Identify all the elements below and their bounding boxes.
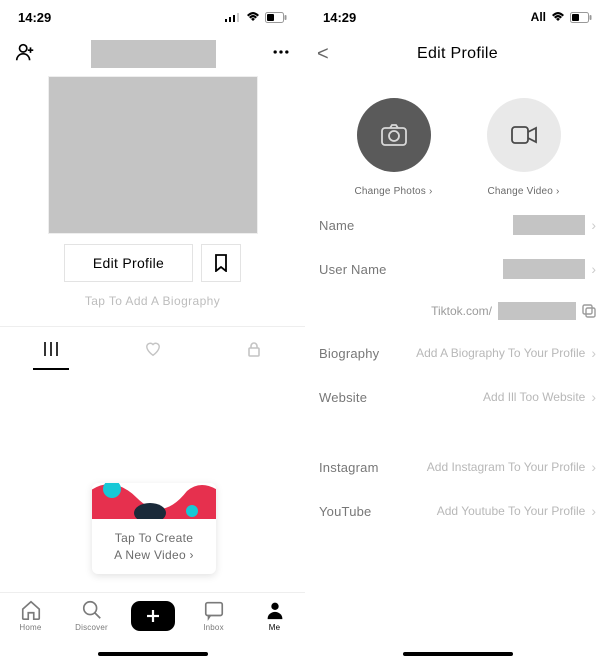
chevron-right-icon: › xyxy=(591,459,596,475)
bio-placeholder-text[interactable]: Tap To Add A Biography xyxy=(0,294,305,308)
home-icon xyxy=(20,599,42,621)
popup-art-icon xyxy=(92,483,216,519)
website-label: Website xyxy=(319,390,367,405)
profile-screen: 14:29 Edit Profile Tap To Add A Biograph… xyxy=(0,0,305,660)
change-video-item[interactable]: Change Video › xyxy=(487,98,561,197)
nav-discover[interactable]: Discover xyxy=(65,599,119,632)
popup-text: Tap To Create A New Video › xyxy=(92,524,216,574)
nav-me[interactable]: Me xyxy=(248,599,302,632)
tiktok-url-placeholder xyxy=(498,302,576,320)
bio-label: Biography xyxy=(319,346,379,361)
nav-discover-label: Discover xyxy=(75,623,108,632)
field-username[interactable]: User Name › xyxy=(319,247,596,291)
nav-inbox-label: Inbox xyxy=(203,623,224,632)
person-icon xyxy=(264,599,286,621)
nav-inbox[interactable]: Inbox xyxy=(187,599,241,632)
popup-line2: A New Video › xyxy=(102,547,206,564)
profile-tabs xyxy=(0,326,305,370)
nav-create[interactable] xyxy=(126,599,180,631)
instagram-value: Add Instagram To Your Profile xyxy=(427,460,586,474)
change-photo-label: Change Photos › xyxy=(354,186,432,197)
username-placeholder xyxy=(91,40,216,68)
chevron-right-icon: › xyxy=(591,389,596,405)
lock-icon xyxy=(247,341,261,357)
wifi-icon xyxy=(246,12,260,22)
video-circle xyxy=(487,98,561,172)
status-icons: All xyxy=(531,10,592,24)
tab-private[interactable] xyxy=(203,327,305,370)
field-list: Name › User Name › xyxy=(305,203,610,291)
bookmark-button[interactable] xyxy=(201,244,241,282)
tab-grid[interactable] xyxy=(0,327,102,370)
search-icon xyxy=(81,599,103,621)
signal-icon xyxy=(225,12,241,22)
change-photo-item[interactable]: Change Photos › xyxy=(354,98,432,197)
tab-liked[interactable] xyxy=(102,327,204,370)
nav-home[interactable]: Home xyxy=(4,599,58,632)
bio-value: Add A Biography To Your Profile xyxy=(416,346,585,360)
profile-actions: Edit Profile xyxy=(0,244,305,282)
camera-icon xyxy=(380,123,408,147)
tiktok-url-prefix: Tiktok.com/ xyxy=(431,304,492,318)
username-value-placeholder xyxy=(503,259,585,279)
chevron-right-icon: › xyxy=(591,217,596,233)
website-value: Add Ill Too Website xyxy=(483,390,585,404)
popup-line1: Tap To Create xyxy=(102,530,206,547)
field-biography[interactable]: Biography Add A Biography To Your Profil… xyxy=(319,331,596,375)
home-indicator xyxy=(98,652,208,656)
grid-icon xyxy=(43,341,59,357)
field-tiktok-url[interactable]: Tiktok.com/ xyxy=(305,291,610,331)
video-icon xyxy=(510,125,538,145)
battery-icon xyxy=(265,12,287,23)
username-label: User Name xyxy=(319,262,387,277)
status-bar: 14:29 All xyxy=(305,0,610,34)
home-indicator xyxy=(403,652,513,656)
carrier-label: All xyxy=(531,10,546,24)
back-icon[interactable]: < xyxy=(317,43,329,66)
inbox-icon xyxy=(203,599,225,621)
nav-home-label: Home xyxy=(19,623,41,632)
page-title: Edit Profile xyxy=(305,45,610,63)
status-icons xyxy=(225,12,287,23)
bookmark-icon xyxy=(213,254,229,272)
youtube-label: YouTube xyxy=(319,504,372,519)
wifi-icon xyxy=(551,12,565,22)
copy-icon[interactable] xyxy=(582,304,596,318)
edit-profile-button[interactable]: Edit Profile xyxy=(64,244,193,282)
chevron-right-icon: › xyxy=(591,261,596,277)
plus-icon xyxy=(145,608,161,624)
edit-profile-screen: 14:29 All < Edit Profile Change Photos ›… xyxy=(305,0,610,660)
instagram-label: Instagram xyxy=(319,460,379,475)
chevron-right-icon: › xyxy=(591,503,596,519)
field-name[interactable]: Name › xyxy=(319,203,596,247)
field-instagram[interactable]: Instagram Add Instagram To Your Profile … xyxy=(319,445,596,489)
profile-top-bar xyxy=(0,34,305,74)
field-youtube[interactable]: YouTube Add Youtube To Your Profile › xyxy=(319,489,596,533)
photo-circle xyxy=(357,98,431,172)
status-time: 14:29 xyxy=(323,10,356,25)
edit-header: < Edit Profile xyxy=(305,34,610,74)
youtube-value: Add Youtube To Your Profile xyxy=(437,504,586,518)
bottom-nav: Home Discover Inbox Me xyxy=(0,592,305,660)
create-button[interactable] xyxy=(131,601,175,631)
nav-me-label: Me xyxy=(269,623,281,632)
battery-icon xyxy=(570,12,592,23)
heart-icon xyxy=(144,341,162,357)
field-website[interactable]: Website Add Ill Too Website › xyxy=(319,375,596,419)
name-value-placeholder xyxy=(513,215,585,235)
add-friend-icon[interactable] xyxy=(14,41,36,68)
chevron-right-icon: › xyxy=(591,345,596,361)
status-bar: 14:29 xyxy=(0,0,305,34)
name-label: Name xyxy=(319,218,354,233)
media-row: Change Photos › Change Video › xyxy=(305,74,610,203)
status-time: 14:29 xyxy=(18,10,51,25)
profile-photo[interactable] xyxy=(48,76,258,234)
create-video-popup[interactable]: Tap To Create A New Video › xyxy=(92,483,216,574)
more-icon[interactable] xyxy=(271,42,291,67)
change-video-label: Change Video › xyxy=(487,186,559,197)
